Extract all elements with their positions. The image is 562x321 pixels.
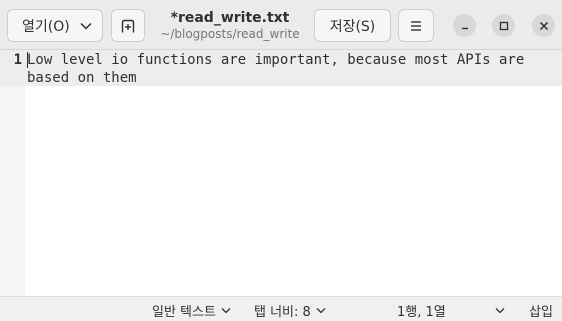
insert-mode-label: 삽입 (529, 305, 553, 320)
editor-view[interactable]: 1 Low level io functions are important, … (0, 50, 562, 296)
save-button[interactable]: 저장(S) (314, 9, 391, 42)
header-bar: 열기(O) *read_write.txt ~/blogposts/read_w… (0, 0, 562, 50)
document-title: *read_write.txt (170, 10, 290, 26)
hamburger-menu-icon (409, 20, 423, 32)
chevron-down-icon (80, 22, 92, 30)
chevron-down-icon (316, 307, 326, 314)
text-editor-window: 열기(O) *read_write.txt ~/blogposts/read_w… (0, 0, 562, 321)
text-cursor (27, 52, 28, 68)
maximize-button[interactable] (492, 14, 515, 37)
chevron-down-icon (221, 307, 231, 314)
editor-text[interactable]: Low level io functions are important, be… (27, 51, 562, 87)
status-bar: 일반 텍스트 탭 너비: 8 1행, 1열 삽입 (0, 296, 562, 321)
tab-width-selector[interactable]: 탭 너비: 8 (254, 301, 326, 320)
close-button[interactable] (532, 14, 555, 37)
open-button[interactable]: 열기(O) (7, 9, 103, 42)
document-path: ~/blogposts/read_write (160, 27, 300, 41)
language-label: 일반 텍스트 (152, 305, 216, 320)
new-tab-button[interactable] (111, 9, 145, 42)
minimize-icon (460, 21, 470, 31)
chevron-down-icon[interactable] (495, 303, 505, 318)
line-number-gutter (0, 50, 25, 296)
close-icon (539, 21, 549, 31)
main-menu-button[interactable] (398, 9, 434, 42)
new-tab-icon (120, 18, 136, 34)
minimize-button[interactable] (453, 14, 476, 37)
line-number: 1 (13, 52, 22, 68)
maximize-icon (499, 21, 509, 31)
open-button-label: 열기(O) (22, 18, 70, 35)
insert-mode-indicator[interactable]: 삽입 (529, 301, 553, 320)
language-selector[interactable]: 일반 텍스트 (152, 301, 231, 320)
tab-width-label: 탭 너비: 8 (254, 305, 311, 320)
title-area: *read_write.txt ~/blogposts/read_write (150, 10, 310, 42)
save-button-label: 저장(S) (329, 18, 376, 35)
cursor-position[interactable]: 1행, 1열 (397, 301, 446, 320)
cursor-position-label: 1행, 1열 (397, 305, 446, 320)
